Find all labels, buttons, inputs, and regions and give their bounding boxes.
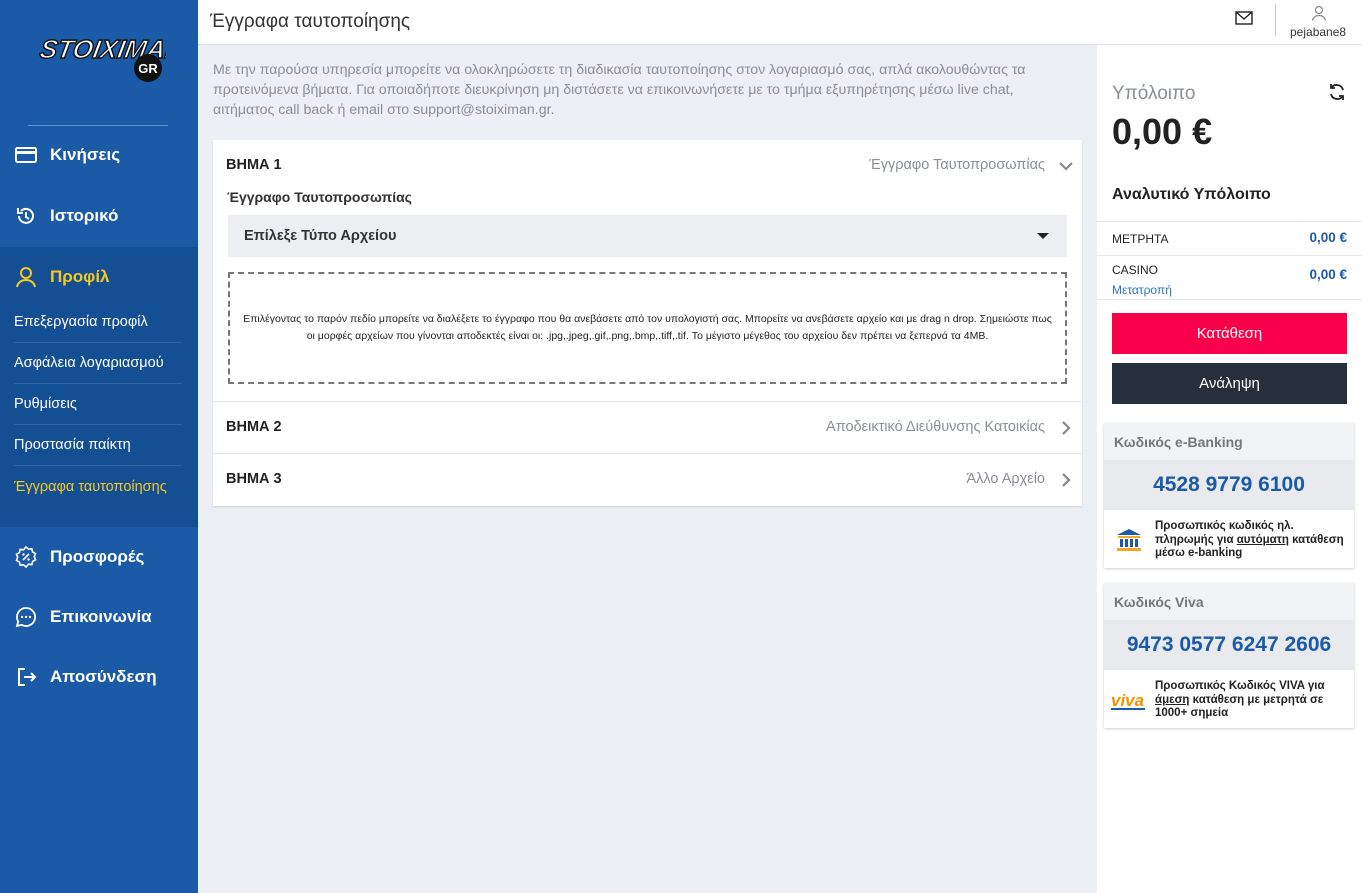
- analytic-balance-title: Αναλυτικό Υπόλοιπο: [1112, 186, 1271, 203]
- profile-section: Προφίλ Επεξεργασία προφίλ Ασφάλεια λογαρ…: [0, 247, 198, 527]
- page-title: Έγγραφα ταυτοποίησης: [210, 11, 411, 32]
- desc-part: Προσωπικός Κωδικός VIVA για: [1155, 680, 1325, 692]
- divider: [1097, 299, 1362, 300]
- step-1-header[interactable]: ΒΗΜΑ 1 Έγγραφο Ταυτοπροσωπίας: [213, 140, 1082, 192]
- viva-footer: viva Προσωπικός Κωδικός VIVA για άμεση κ…: [1104, 670, 1354, 728]
- intro-text: Με την παρούσα υπηρεσία μπορείτε να ολοκ…: [213, 62, 1026, 118]
- sidebar-item-label: Προσφορές: [50, 547, 145, 566]
- step-title: ΒΗΜΑ 2: [226, 419, 282, 435]
- sub-item-id-documents[interactable]: Έγγραφα ταυτοποίησης: [14, 466, 182, 507]
- viva-title: Κωδικός Viva: [1114, 594, 1204, 610]
- header-divider: [1275, 4, 1276, 36]
- sidebar-item-contact[interactable]: Επικοινωνία: [0, 587, 198, 647]
- balance-panel: Υπόλοιπο 0,00 € Αναλυτικό Υπόλοιπο ΜΕΤΡΗ…: [1097, 45, 1362, 893]
- divider: [1097, 255, 1362, 256]
- sub-item-account-security[interactable]: Ασφάλεια λογαριασμού: [14, 343, 182, 384]
- divider: [1097, 221, 1362, 222]
- steps-panel: ΒΗΜΑ 1 Έγγραφο Ταυτοπροσωπίας Έγγραφο Τα…: [213, 140, 1082, 506]
- logout-icon: [14, 665, 38, 689]
- history-icon: [14, 204, 38, 228]
- sidebar-item-transactions[interactable]: Κινήσεις: [0, 125, 198, 185]
- bank-icon: [1117, 529, 1141, 551]
- sidebar-item-label: Κινήσεις: [50, 145, 121, 164]
- viva-code: 9473 0577 6247 2606: [1104, 620, 1354, 670]
- file-type-select[interactable]: Επίλεξε Τύπο Αρχείου: [228, 215, 1067, 257]
- percent-badge-icon: [14, 545, 38, 569]
- sidebar-item-profile[interactable]: Προφίλ: [0, 247, 198, 307]
- cash-balance-row: ΜΕΤΡΗΤΑ 0,00 €: [1112, 230, 1347, 248]
- sidebar-item-label: Προφίλ: [50, 267, 110, 286]
- chevron-right-icon[interactable]: [1058, 472, 1074, 488]
- mail-icon[interactable]: [1235, 11, 1253, 25]
- viva-card: Κωδικός Viva 9473 0577 6247 2606 viva Πρ…: [1104, 583, 1354, 728]
- viva-description: Προσωπικός Κωδικός VIVA για άμεση κατάθε…: [1155, 680, 1345, 721]
- step-title: ΒΗΜΑ 3: [226, 471, 282, 487]
- step-1: ΒΗΜΑ 1 Έγγραφο Ταυτοπροσωπίας Έγγραφο Τα…: [213, 140, 1082, 402]
- card-icon: [14, 143, 38, 167]
- file-type-select-value: Επίλεξε Τύπο Αρχείου: [244, 228, 397, 244]
- sidebar-item-label: Αποσύνδεση: [50, 667, 157, 686]
- refresh-icon[interactable]: [1327, 82, 1347, 102]
- withdraw-button[interactable]: Ανάληψη: [1112, 363, 1347, 404]
- deposit-button[interactable]: Κατάθεση: [1112, 313, 1347, 354]
- step-name: Αποδεικτικό Διεύθυνσης Κατοικίας: [826, 419, 1045, 435]
- step-name: Έγγραφο Ταυτοπροσωπίας: [869, 157, 1045, 173]
- ebanking-footer: Προσωπικός κωδικός ηλ. πληρωμής για αυτό…: [1104, 510, 1354, 568]
- sidebar-item-label: Επικοινωνία: [50, 607, 152, 626]
- drop-zone-text: Επιλέγοντας το παρόν πεδίο μπορείτε να δ…: [243, 313, 1052, 342]
- step-3-header[interactable]: ΒΗΜΑ 3 Άλλο Αρχείο: [213, 454, 1082, 506]
- chevron-down-icon[interactable]: [1058, 158, 1074, 174]
- sub-item-player-protection[interactable]: Προστασία παίκτη: [14, 425, 182, 466]
- username[interactable]: pejabane8: [1290, 25, 1346, 39]
- viva-logo-text: viva: [1111, 691, 1144, 710]
- ebanking-code: 4528 9779 6100: [1104, 460, 1354, 510]
- casino-value: 0,00 €: [1309, 267, 1347, 282]
- balance-label: Υπόλοιπο: [1112, 83, 1196, 104]
- stoiximan-logo[interactable]: STOIXIMAN GR: [30, 28, 166, 88]
- step-2-header[interactable]: ΒΗΜΑ 2 Αποδεικτικό Διεύθυνσης Κατοικίας: [213, 402, 1082, 454]
- sub-item-settings[interactable]: Ρυθμίσεις: [14, 384, 182, 425]
- step-name: Άλλο Αρχείο: [966, 471, 1045, 487]
- sidebar-item-label: Ιστορικό: [50, 206, 119, 225]
- sub-item-edit-profile[interactable]: Επεξεργασία προφίλ: [14, 302, 182, 343]
- ebanking-card: Κωδικός e-Banking 4528 9779 6100 Προσωπι…: [1104, 423, 1354, 568]
- ebanking-title: Κωδικός e-Banking: [1114, 434, 1243, 450]
- sidebar-item-history[interactable]: Ιστορικό: [0, 186, 198, 246]
- casino-balance-row: CASINO 0,00 € Μετατροπή: [1112, 261, 1347, 297]
- convert-link[interactable]: Μετατροπή: [1112, 283, 1347, 297]
- logo-badge-text: GR: [138, 61, 158, 76]
- balance-value: 0,00 €: [1112, 111, 1213, 152]
- caret-down-icon: [1037, 233, 1049, 239]
- casino-label: CASINO: [1112, 263, 1159, 277]
- chevron-right-icon[interactable]: [1058, 420, 1074, 436]
- user-icon: [14, 265, 38, 289]
- cash-label: ΜΕΤΡΗΤΑ: [1112, 232, 1169, 246]
- ebanking-description: Προσωπικός κωδικός ηλ. πληρωμής για αυτό…: [1155, 520, 1345, 561]
- document-label: Έγγραφο Ταυτοπροσωπίας: [227, 189, 412, 205]
- sidebar-item-logout[interactable]: Αποσύνδεση: [0, 647, 198, 707]
- desc-underlined: άμεση: [1155, 693, 1190, 706]
- viva-logo: viva: [1111, 691, 1145, 710]
- sidebar: STOIXIMAN GR Κινήσεις Ιστορικό Προφίλ Επ…: [0, 0, 198, 893]
- sidebar-item-offers[interactable]: Προσφορές: [0, 527, 198, 587]
- top-header: Έγγραφα ταυτοποίησης pejabane8: [198, 0, 1362, 45]
- chat-icon: [14, 605, 38, 629]
- user-icon[interactable]: [1311, 5, 1327, 21]
- desc-underlined: αυτόματη: [1236, 533, 1289, 546]
- file-drop-zone[interactable]: Επιλέγοντας το παρόν πεδίο μπορείτε να δ…: [228, 272, 1067, 384]
- cash-value: 0,00 €: [1309, 230, 1347, 245]
- step-title: ΒΗΜΑ 1: [226, 157, 282, 173]
